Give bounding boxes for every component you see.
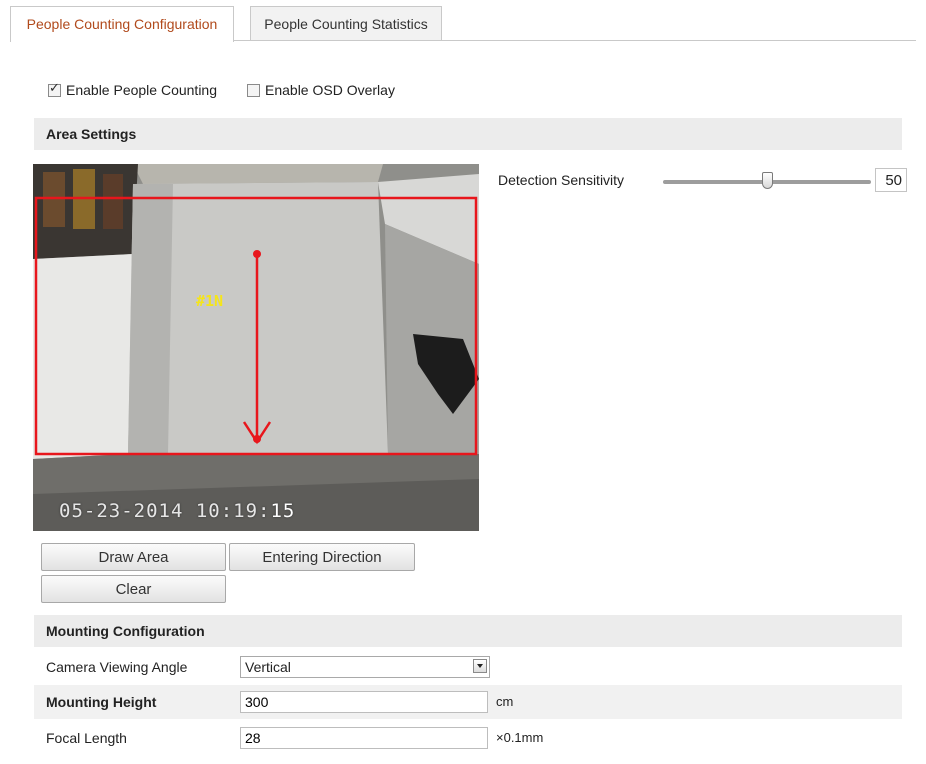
osd-timestamp: 05-23-2014 10:19:15 xyxy=(59,500,295,522)
detection-sensitivity-slider-handle[interactable] xyxy=(761,172,773,189)
mounting-height-label: Mounting Height xyxy=(46,694,157,710)
focal-length-row: Focal Length ×0.1mm xyxy=(34,721,902,755)
tab-people-counting-configuration[interactable]: People Counting Configuration xyxy=(10,6,234,42)
clear-button[interactable]: Clear xyxy=(41,575,226,603)
focal-length-label: Focal Length xyxy=(46,730,127,746)
osd-timestamp-main: 05-23-2014 10:19: xyxy=(59,500,271,522)
enable-osd-overlay-checkbox[interactable] xyxy=(247,83,260,97)
detection-sensitivity-value[interactable]: 50 xyxy=(875,168,907,192)
video-preview[interactable]: #1N 05-23-2014 10:19:15 xyxy=(33,164,479,531)
osd-timestamp-seconds: 15 xyxy=(270,500,296,522)
draw-area-button[interactable]: Draw Area xyxy=(41,543,226,571)
area-settings-header: Area Settings xyxy=(34,118,902,150)
camera-scene xyxy=(33,164,479,531)
area-label: #1N xyxy=(196,292,224,310)
camera-viewing-angle-value: Vertical xyxy=(245,659,291,675)
detection-sensitivity-label: Detection Sensitivity xyxy=(498,172,625,188)
camera-viewing-angle-select[interactable]: Vertical xyxy=(240,656,490,678)
camera-viewing-angle-row: Camera Viewing Angle Vertical xyxy=(34,650,902,684)
entering-direction-button[interactable]: Entering Direction xyxy=(229,543,415,571)
enable-people-counting-checkbox[interactable] xyxy=(48,81,61,97)
mounting-height-input[interactable] xyxy=(240,691,488,713)
chevron-down-icon[interactable] xyxy=(473,659,487,673)
tab-people-counting-statistics[interactable]: People Counting Statistics xyxy=(250,6,442,41)
enable-osd-overlay-label: Enable OSD Overlay xyxy=(265,82,395,98)
focal-length-unit: ×0.1mm xyxy=(496,730,544,745)
mounting-height-unit: cm xyxy=(496,694,514,709)
enable-people-counting-option[interactable]: Enable People Counting xyxy=(48,80,217,100)
camera-viewing-angle-label: Camera Viewing Angle xyxy=(46,659,188,675)
focal-length-input[interactable] xyxy=(240,727,488,749)
enable-people-counting-label: Enable People Counting xyxy=(66,82,218,98)
mounting-height-row: Mounting Height cm xyxy=(34,685,902,719)
enable-osd-overlay-option[interactable]: Enable OSD Overlay xyxy=(247,80,395,100)
mounting-configuration-header: Mounting Configuration xyxy=(34,615,902,647)
